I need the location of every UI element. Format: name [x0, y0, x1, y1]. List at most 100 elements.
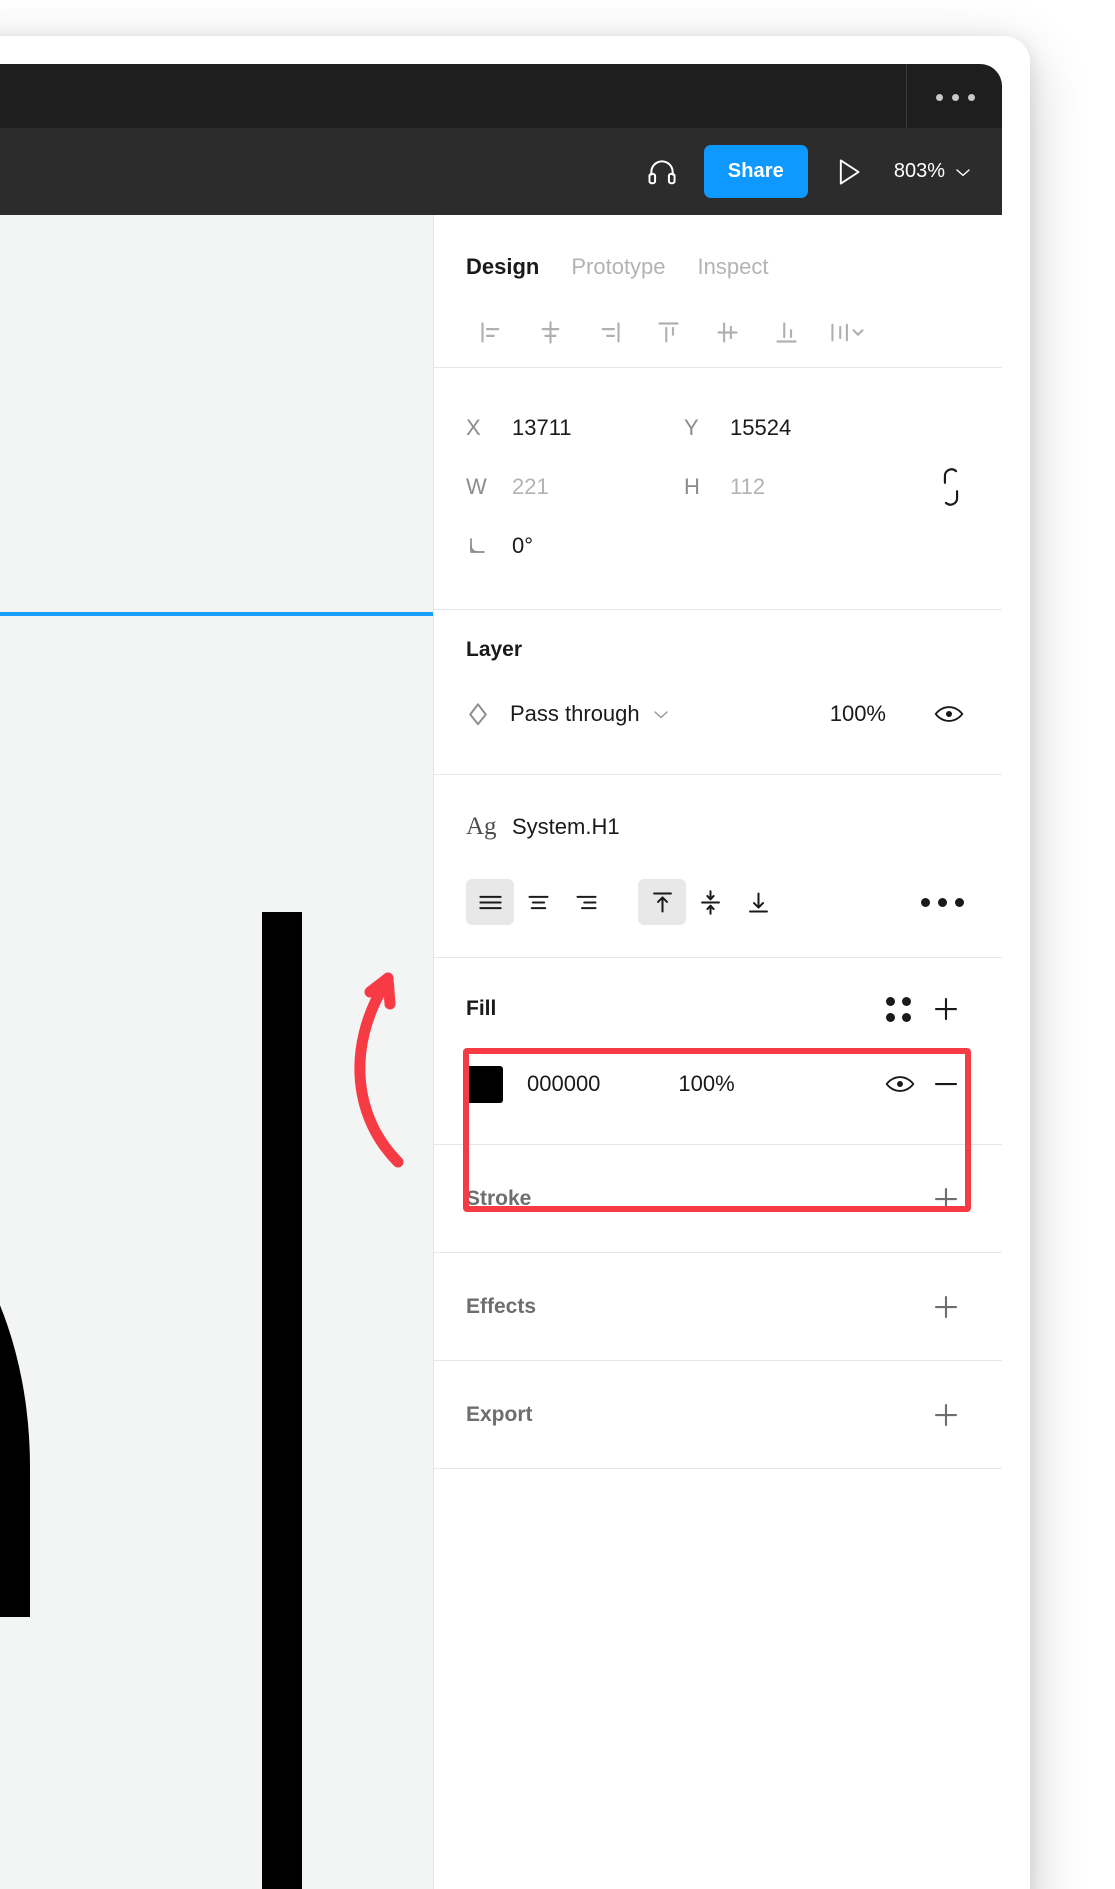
fill-hex-value[interactable]: 000000 [527, 1071, 600, 1097]
typography-section: Ag System.H1 [434, 775, 1002, 957]
layer-opacity-value[interactable]: 100% [830, 701, 886, 727]
dot [921, 897, 930, 907]
text-align-left-icon[interactable] [466, 879, 514, 925]
text-align-middle-icon[interactable] [686, 879, 734, 925]
w-value: 221 [512, 473, 549, 499]
talign-center-glyph [527, 895, 549, 909]
fill-section-title: Fill [466, 997, 497, 1020]
rotation-field[interactable]: 0° [466, 533, 684, 559]
valign-top-glyph [652, 891, 672, 913]
size-row: W 221 H 112 [466, 457, 970, 516]
dot [967, 93, 975, 101]
minus-icon [934, 1082, 958, 1086]
align-bottom-glyph [776, 321, 797, 343]
align-top-glyph [658, 321, 679, 343]
position-row: X 13711 Y 15524 [466, 398, 970, 457]
share-button[interactable]: Share [703, 145, 808, 198]
canvas-black-arc-shape[interactable] [0, 1167, 30, 1617]
add-effect-button[interactable] [922, 1292, 970, 1322]
valign-middle-glyph [700, 889, 720, 915]
blend-mode-icon [466, 701, 510, 728]
text-align-bottom-icon[interactable] [734, 879, 782, 925]
plus-icon [934, 1403, 958, 1426]
play-icon[interactable] [818, 145, 880, 199]
export-section: Export [434, 1361, 1002, 1468]
fill-opacity-value[interactable]: 100% [678, 1071, 734, 1097]
chevron-down-icon [956, 168, 970, 176]
text-align-top-icon[interactable] [638, 879, 686, 925]
more-options-icon[interactable] [926, 88, 984, 106]
stroke-section: Stroke [434, 1145, 1002, 1252]
align-vcenter-glyph [717, 321, 738, 343]
chevron-down-icon[interactable] [652, 708, 670, 720]
y-label: Y [684, 414, 699, 440]
fill-color-swatch[interactable] [466, 1065, 503, 1103]
x-field[interactable]: X 13711 [466, 415, 684, 441]
text-alignment-row [466, 875, 970, 929]
rotation-value: 0° [512, 532, 534, 558]
panel-tabs: Design Prototype Inspect [434, 215, 1002, 297]
distribute-menu-icon[interactable] [816, 309, 880, 355]
y-field[interactable]: Y 15524 [684, 415, 902, 441]
layer-controls-row: Pass through 100% [466, 684, 970, 744]
headphones-glyph [648, 159, 676, 184]
talign-right-glyph [575, 895, 597, 909]
zoom-level-selector[interactable]: 803% [880, 160, 978, 183]
plus-icon [934, 997, 958, 1021]
align-vertical-center-icon[interactable] [698, 309, 757, 355]
dot [885, 1012, 895, 1022]
figma-window: Share 803% Design Prototype Inspect X 13… [0, 64, 1002, 1889]
text-align-right-icon[interactable] [562, 879, 610, 925]
font-preview-icon: Ag [466, 813, 497, 840]
titlebar-divider [906, 64, 907, 128]
align-horizontal-center-icon[interactable] [521, 309, 580, 355]
rotation-icon [466, 534, 512, 558]
section-divider [434, 1468, 1002, 1469]
x-label: X [466, 414, 481, 440]
tab-inspect[interactable]: Inspect [698, 256, 769, 278]
app-toolbar: Share 803% [0, 128, 1002, 215]
align-right-icon[interactable] [580, 309, 639, 355]
headphones-icon[interactable] [630, 145, 694, 199]
add-stroke-button[interactable] [922, 1184, 970, 1214]
align-hcenter-glyph [541, 320, 560, 344]
canvas-black-bar-shape[interactable] [262, 912, 302, 1889]
fill-section: Fill 000000 100% [434, 958, 1002, 1144]
add-fill-button[interactable] [922, 994, 970, 1024]
tab-prototype[interactable]: Prototype [571, 256, 665, 278]
y-value: 15524 [730, 414, 792, 440]
text-align-center-icon[interactable] [514, 879, 562, 925]
eye-icon[interactable] [878, 1074, 922, 1094]
dot [901, 1012, 911, 1022]
width-field[interactable]: W 221 [466, 474, 684, 500]
design-canvas[interactable] [0, 215, 433, 1889]
text-style-name[interactable]: System.H1 [512, 814, 620, 840]
distribute-glyph [831, 323, 864, 341]
remove-fill-button[interactable] [922, 1069, 970, 1099]
screenshot-root: Share 803% Design Prototype Inspect X 13… [0, 0, 1115, 1889]
height-field[interactable]: H 112 [684, 474, 902, 500]
align-bottom-icon[interactable] [757, 309, 816, 355]
zoom-level-label: 803% [893, 160, 945, 182]
add-export-button[interactable] [922, 1400, 970, 1430]
type-style-row: Ag System.H1 [466, 801, 970, 853]
align-left-icon[interactable] [462, 309, 521, 355]
link-proportions-icon[interactable] [932, 467, 970, 506]
plus-icon [934, 1187, 958, 1210]
rotation-row: 0° [466, 516, 970, 575]
tab-design[interactable]: Design [466, 256, 539, 278]
more-horizontal-icon[interactable] [921, 897, 970, 907]
align-top-icon[interactable] [639, 309, 698, 355]
eye-glyph [885, 1076, 915, 1092]
dot [938, 897, 947, 907]
blend-mode-value[interactable]: Pass through [510, 701, 640, 727]
plus-icon [934, 1295, 958, 1318]
style-grid-icon[interactable] [874, 996, 922, 1022]
fill-item-row: 000000 100% [466, 1054, 970, 1114]
style-grid-glyph [885, 996, 911, 1022]
w-label: W [466, 473, 487, 499]
fill-header-row: Fill [466, 986, 970, 1032]
eye-icon[interactable] [928, 704, 970, 724]
dot [885, 996, 895, 1006]
dot [935, 93, 943, 101]
